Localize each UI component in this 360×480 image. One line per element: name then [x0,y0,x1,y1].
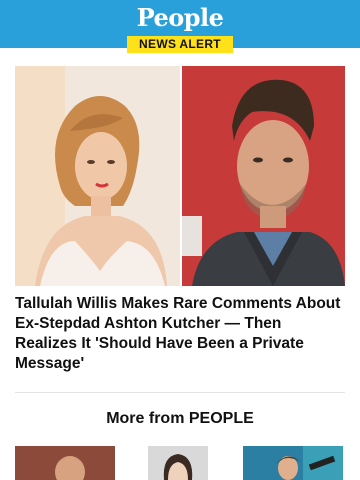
people-logo[interactable]: People [0,6,360,30]
hero-image[interactable] [15,66,345,286]
thumbnail-3[interactable] [243,446,343,480]
thumbnail-1[interactable] [15,446,115,480]
article-headline[interactable]: Tallulah Willis Makes Rare Comments Abou… [15,294,345,374]
news-alert-badge: NEWS ALERT [127,36,233,53]
section-divider [15,392,345,393]
woman-portrait-photo[interactable] [15,66,180,286]
more-section-title: More from PEOPLE [106,410,254,427]
header-bar: People NEWS ALERT [0,0,360,53]
man-portrait-photo[interactable] [182,66,345,286]
thumbnail-2[interactable] [148,446,208,480]
